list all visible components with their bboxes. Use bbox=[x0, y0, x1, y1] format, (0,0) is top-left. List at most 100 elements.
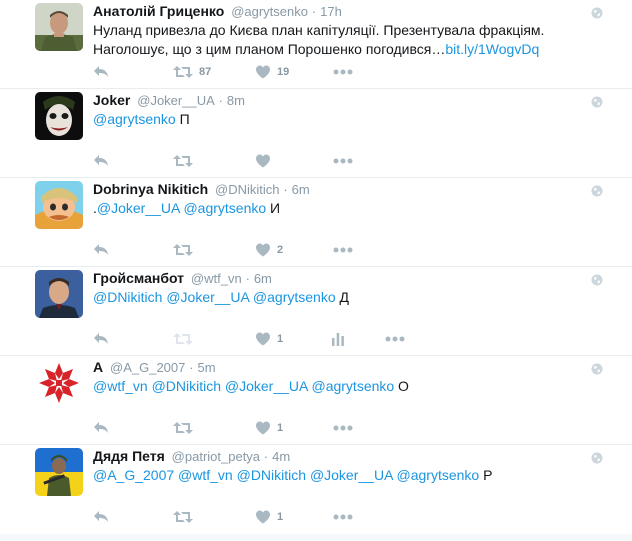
like-button[interactable]: 1 bbox=[255, 507, 283, 527]
author-handle[interactable]: @DNikitich bbox=[215, 182, 279, 197]
tweet[interactable]: А @A_G_2007 · 5m @wtf_vn @DNikitich @Jok… bbox=[0, 356, 632, 445]
separator: · bbox=[245, 271, 250, 286]
like-icon bbox=[256, 243, 270, 257]
author-name[interactable]: Анатолій Гриценко bbox=[93, 3, 224, 19]
author-handle[interactable]: @patriot_petya bbox=[172, 449, 260, 464]
author-handle[interactable]: @A_G_2007 bbox=[110, 360, 185, 375]
mention-links[interactable]: @agrytsenko bbox=[93, 111, 176, 127]
mention-links[interactable]: @Joker__UA @agrytsenko bbox=[97, 200, 266, 216]
like-button[interactable]: 19 bbox=[255, 62, 289, 82]
more-button[interactable] bbox=[333, 418, 353, 438]
tweet[interactable]: Гройсманбот @wtf_vn · 6m @DNikitich @Jok… bbox=[0, 267, 632, 356]
timestamp[interactable]: 17h bbox=[320, 4, 342, 19]
retweet-button[interactable] bbox=[173, 151, 193, 171]
avatar[interactable] bbox=[35, 448, 83, 496]
like-icon bbox=[256, 421, 270, 435]
globe-icon bbox=[591, 6, 603, 19]
retweet-icon bbox=[173, 155, 193, 167]
avatar[interactable] bbox=[35, 92, 83, 140]
retweet-button[interactable] bbox=[173, 329, 193, 349]
like-button[interactable]: 1 bbox=[255, 418, 283, 438]
separator: · bbox=[189, 360, 194, 375]
retweet-icon bbox=[173, 66, 193, 78]
avatar[interactable] bbox=[35, 181, 83, 229]
tweet[interactable]: Dobrinya Nikitich @DNikitich · 6m .@Joke… bbox=[0, 178, 632, 267]
reply-button[interactable] bbox=[93, 62, 109, 82]
like-count: 1 bbox=[277, 333, 284, 345]
like-button[interactable] bbox=[255, 151, 271, 171]
reply-icon bbox=[94, 244, 108, 255]
reply-button[interactable] bbox=[93, 329, 109, 349]
more-icon bbox=[333, 69, 353, 75]
tweet-link[interactable]: bit.ly/1WogvDq bbox=[445, 41, 539, 57]
retweet-button[interactable]: 87 bbox=[173, 62, 211, 82]
reply-icon bbox=[94, 511, 108, 522]
reply-icon bbox=[94, 333, 108, 344]
like-button[interactable]: 1 bbox=[255, 329, 283, 349]
author-name[interactable]: Гройсманбот bbox=[93, 270, 184, 286]
timestamp[interactable]: 4m bbox=[272, 449, 290, 464]
timestamp[interactable]: 6m bbox=[292, 182, 310, 197]
author-name[interactable]: А bbox=[93, 359, 103, 375]
more-icon bbox=[333, 158, 353, 164]
author-handle[interactable]: @Joker__UA bbox=[137, 93, 215, 108]
author-name[interactable]: Dobrinya Nikitich bbox=[93, 181, 208, 197]
tweet-text: @agrytsenko П bbox=[93, 110, 592, 129]
timestamp[interactable]: 8m bbox=[227, 93, 245, 108]
reply-icon bbox=[94, 422, 108, 433]
timeline: Анатолій Гриценко @agrytsenko · 17h Нула… bbox=[0, 0, 632, 534]
reply-icon bbox=[94, 66, 108, 77]
tweet-header: Dobrinya Nikitich @DNikitich · 6m bbox=[93, 178, 592, 201]
like-count: 1 bbox=[277, 511, 284, 523]
timestamp[interactable]: 5m bbox=[198, 360, 216, 375]
avatar[interactable] bbox=[35, 359, 83, 407]
author-name[interactable]: Дядя Петя bbox=[93, 448, 165, 464]
mention-links[interactable]: @A_G_2007 @wtf_vn @DNikitich @Joker__UA … bbox=[93, 467, 479, 483]
tweet-actions: 1 bbox=[93, 329, 592, 349]
avatar[interactable] bbox=[35, 270, 83, 318]
more-button[interactable] bbox=[333, 62, 353, 82]
reply-button[interactable] bbox=[93, 240, 109, 260]
tweet-actions bbox=[93, 151, 592, 171]
retweet-icon bbox=[173, 244, 193, 256]
reply-button[interactable] bbox=[93, 507, 109, 527]
tweet-actions: 87 19 bbox=[93, 62, 592, 82]
retweet-button[interactable] bbox=[173, 507, 193, 527]
tweet-text: Нуланд привезла до Києва план капітуляці… bbox=[93, 21, 592, 59]
more-button[interactable] bbox=[385, 329, 405, 349]
reply-icon bbox=[94, 155, 108, 166]
analytics-button[interactable] bbox=[331, 329, 345, 349]
tweet-header: А @A_G_2007 · 5m bbox=[93, 356, 592, 379]
more-button[interactable] bbox=[333, 240, 353, 260]
reply-button[interactable] bbox=[93, 151, 109, 171]
retweet-icon bbox=[173, 511, 193, 523]
tweet-text-body: И bbox=[266, 200, 281, 216]
retweet-button[interactable] bbox=[173, 418, 193, 438]
reply-button[interactable] bbox=[93, 418, 109, 438]
like-icon bbox=[256, 510, 270, 524]
retweet-icon bbox=[173, 333, 193, 345]
retweet-count: 87 bbox=[199, 66, 212, 78]
tweet[interactable]: Дядя Петя @patriot_petya · 4m @A_G_2007 … bbox=[0, 445, 632, 534]
avatar[interactable] bbox=[35, 3, 83, 51]
timestamp[interactable]: 6m bbox=[254, 271, 272, 286]
more-button[interactable] bbox=[333, 151, 353, 171]
tweet-text: @A_G_2007 @wtf_vn @DNikitich @Joker__UA … bbox=[93, 466, 592, 485]
mention-links[interactable]: @wtf_vn @DNikitich @Joker__UA @agrytsenk… bbox=[93, 378, 394, 394]
tweet[interactable]: Анатолій Гриценко @agrytsenko · 17h Нула… bbox=[0, 0, 632, 89]
tweet-actions: 2 bbox=[93, 240, 592, 260]
tweet-header: Joker @Joker__UA · 8m bbox=[93, 89, 592, 112]
tweet[interactable]: Joker @Joker__UA · 8m @agrytsenko П bbox=[0, 89, 632, 178]
tweet-text: @DNikitich @Joker__UA @agrytsenko Д bbox=[93, 288, 592, 307]
separator: · bbox=[218, 93, 223, 108]
mention-links[interactable]: @DNikitich @Joker__UA @agrytsenko bbox=[93, 289, 336, 305]
tweet-actions: 1 bbox=[93, 507, 592, 527]
author-handle[interactable]: @wtf_vn bbox=[191, 271, 242, 286]
more-button[interactable] bbox=[333, 507, 353, 527]
author-handle[interactable]: @agrytsenko bbox=[231, 4, 308, 19]
like-button[interactable]: 2 bbox=[255, 240, 283, 260]
author-name[interactable]: Joker bbox=[93, 92, 130, 108]
tweet-text-body: Д bbox=[335, 289, 349, 305]
like-count: 1 bbox=[277, 422, 284, 434]
retweet-button[interactable] bbox=[173, 240, 193, 260]
